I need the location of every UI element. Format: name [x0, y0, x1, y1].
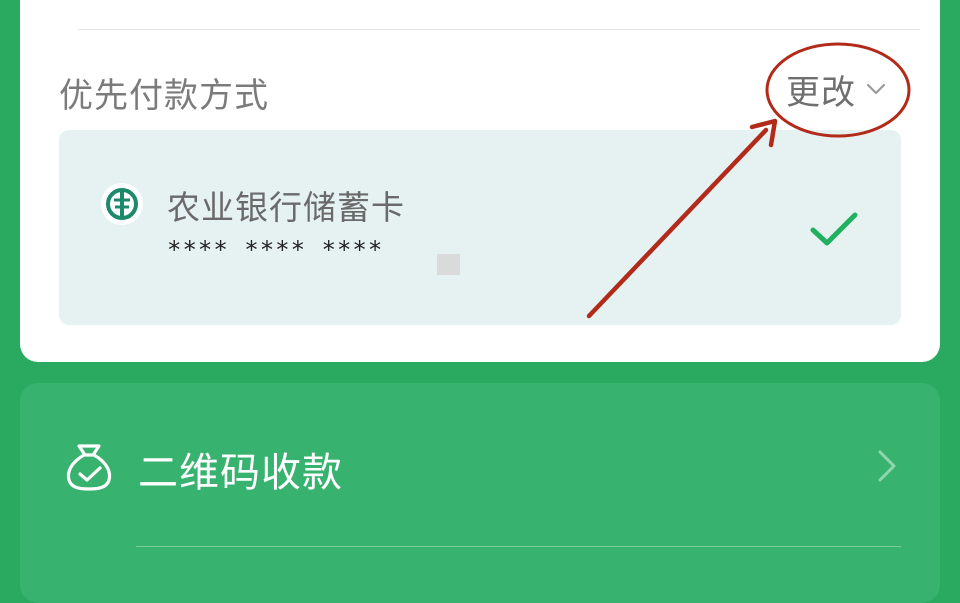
card-number: **** **** ****: [167, 236, 384, 264]
change-label: 更改: [786, 72, 856, 113]
top-divider: [78, 29, 920, 30]
chevron-right-icon: [878, 450, 896, 482]
preferred-payment-title: 优先付款方式: [59, 76, 269, 116]
check-icon: [810, 212, 858, 246]
bank-name: 农业银行储蓄卡: [167, 188, 405, 227]
chevron-down-icon: [866, 83, 886, 95]
change-payment-button[interactable]: 更改: [786, 66, 888, 113]
money-bag-icon: [66, 444, 112, 491]
redacted-card-digits: [437, 254, 460, 275]
row-divider: [136, 546, 901, 547]
agricultural-bank-logo-icon: [101, 183, 143, 225]
qr-receive-label: 二维码收款: [138, 450, 343, 496]
